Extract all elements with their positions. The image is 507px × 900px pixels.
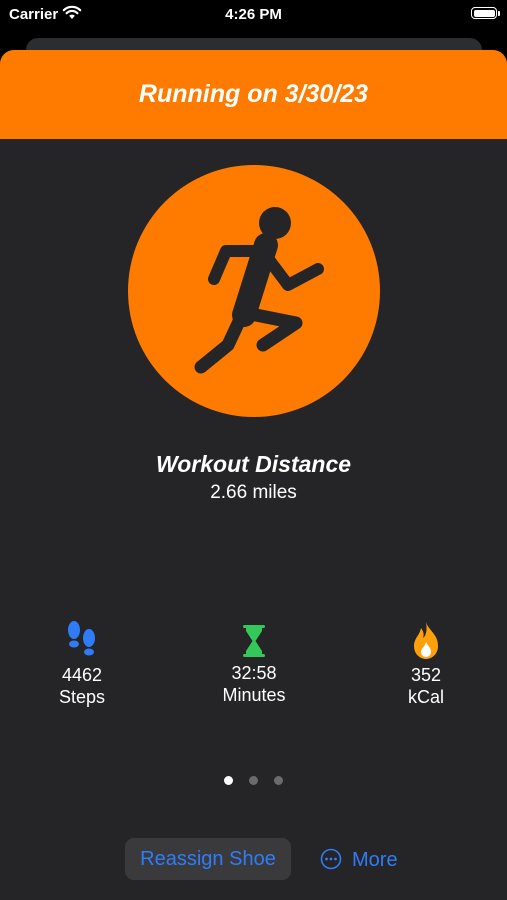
minutes-value: 32:58	[231, 663, 277, 683]
more-label: More	[352, 849, 398, 871]
status-bar: Carrier 4:26 PM	[0, 0, 507, 30]
steps-value: 4462	[61, 665, 103, 685]
flame-icon	[414, 622, 438, 659]
battery-icon	[471, 7, 500, 19]
page-dot-1[interactable]	[223, 776, 233, 785]
sheet-header: Running on 3/30/23	[0, 50, 507, 139]
minutes-label: Minutes	[222, 685, 286, 705]
footprints-icon	[68, 621, 95, 656]
page-dot-3[interactable]	[274, 776, 284, 785]
stat-minutes: 32:58 Minutes	[194, 624, 314, 706]
calories-label: kCal	[407, 687, 444, 707]
running-figure-icon	[194, 207, 324, 374]
metric-title: Workout Distance	[155, 451, 352, 477]
more-button[interactable]: More	[320, 846, 398, 874]
workout-sheet: Running on 3/30/23 Workout Distance 2.66…	[0, 50, 507, 900]
stat-calories: 352 kCal	[366, 620, 486, 708]
calories-value: 352	[410, 665, 442, 685]
status-time: 4:26 PM	[225, 6, 282, 23]
ellipsis-circle-icon	[320, 848, 342, 870]
reassign-shoe-button[interactable]: Reassign Shoe	[125, 838, 291, 880]
hourglass-icon	[243, 625, 265, 657]
page-indicator[interactable]	[0, 772, 507, 790]
activity-badge	[128, 165, 380, 417]
metric-value: 2.66 miles	[210, 482, 297, 503]
page-dot-2[interactable]	[249, 776, 258, 785]
stat-steps: 4462 Steps	[22, 620, 142, 708]
steps-label: Steps	[58, 687, 106, 707]
page-title: Running on 3/30/23	[138, 80, 369, 108]
